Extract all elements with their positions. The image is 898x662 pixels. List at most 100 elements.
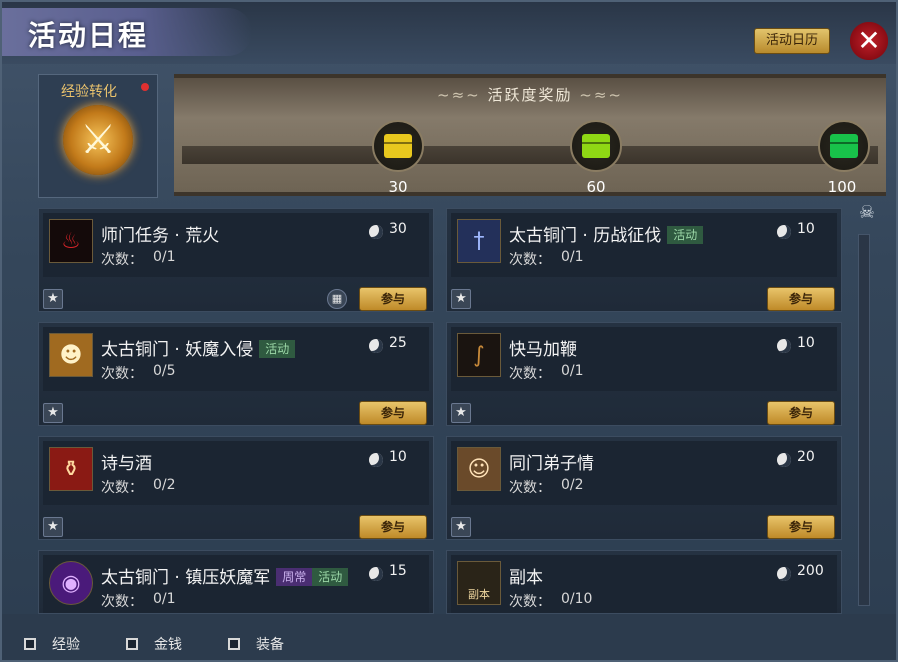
- card-header: ♨ 师门任务 · 荒火 次数： 0/1 30: [43, 213, 429, 277]
- points-icon: [369, 339, 383, 353]
- chest-icon: [582, 134, 610, 158]
- couple-icon: ☺: [457, 447, 501, 491]
- activity-reward-panel: ~≈~ 活跃度奖励 ~≈~ 30 60 100: [174, 74, 886, 196]
- favorite-star-icon[interactable]: ★: [43, 289, 63, 309]
- join-button[interactable]: 参与: [359, 401, 427, 425]
- count-value: 0/1: [561, 363, 584, 379]
- activity-card: 副本 副本 次数： 0/10 200: [446, 550, 842, 614]
- activity-points: 200: [797, 563, 824, 579]
- chest-icon: [384, 134, 412, 158]
- reward-chest-30[interactable]: [372, 120, 424, 172]
- join-button[interactable]: 参与: [767, 287, 835, 311]
- activity-card: ∫ 快马加鞭 次数： 0/1 10 ★ 参与: [446, 322, 842, 426]
- activity-name-text: 副本: [509, 568, 543, 588]
- favorite-star-icon[interactable]: ★: [43, 517, 63, 537]
- activity-points: 10: [797, 335, 815, 351]
- count-value: 0/5: [153, 363, 176, 379]
- activity-name: 副本: [509, 563, 543, 588]
- count-value: 0/1: [153, 249, 176, 265]
- activity-card: ☺ 同门弟子情 次数： 0/2 20 ★ 参与: [446, 436, 842, 540]
- points-icon: [777, 567, 791, 581]
- activity-name: 诗与酒: [101, 449, 152, 474]
- checkbox-icon[interactable]: [24, 638, 36, 650]
- card-header: ∫ 快马加鞭 次数： 0/1 10: [451, 327, 837, 391]
- activity-card: ♨ 师门任务 · 荒火 次数： 0/1 30 ★ ▦ 参与: [38, 208, 434, 312]
- filter-money[interactable]: 金钱: [126, 634, 182, 654]
- activity-name-text: 快马加鞭: [509, 340, 577, 360]
- event-tag: 活动: [259, 340, 296, 358]
- checkbox-icon[interactable]: [228, 638, 240, 650]
- title-bar: 活动日程 活动日历 ✕: [2, 2, 896, 64]
- skull-icon[interactable]: ☠: [854, 202, 880, 228]
- points-icon: [777, 453, 791, 467]
- notification-dot-icon: [141, 83, 149, 91]
- purple-orb-icon: ◉: [49, 561, 93, 605]
- count-label: 次数：: [509, 252, 551, 268]
- filter-equipment[interactable]: 装备: [228, 634, 284, 654]
- count-label: 次数：: [509, 594, 551, 610]
- activity-name-text: 太古铜门 · 历战征伐: [509, 226, 662, 246]
- join-button[interactable]: 参与: [767, 515, 835, 539]
- calendar-icon[interactable]: ▦: [327, 289, 347, 309]
- count-value: 0/2: [561, 477, 584, 493]
- reward-progress-track: [182, 146, 878, 164]
- activity-name: 太古铜门 · 镇压妖魔军 周常 活动: [101, 563, 349, 588]
- whip-icon: ∫: [457, 333, 501, 377]
- sword-icon: †: [457, 219, 501, 263]
- reward-title-text: 活跃度奖励: [487, 86, 573, 104]
- activity-list-scrollbar[interactable]: [858, 234, 870, 606]
- activity-window: 活动日程 活动日历 ✕ 经验转化 ⚔ ~≈~ 活跃度奖励 ~≈~ 30 60 1…: [0, 0, 898, 662]
- activity-card: ◉ 太古铜门 · 镇压妖魔军 周常 活动 次数： 0/1 15: [38, 550, 434, 614]
- activity-points: 20: [797, 449, 815, 465]
- card-header: ☺ 同门弟子情 次数： 0/2 20: [451, 441, 837, 505]
- count-value: 0/1: [153, 591, 176, 607]
- activity-name: 太古铜门 · 历战征伐 活动: [509, 221, 704, 246]
- points-icon: [369, 453, 383, 467]
- event-tag: 活动: [312, 568, 349, 586]
- wine-jar-icon: ⚱: [49, 447, 93, 491]
- left-flourish-icon: ~≈~: [437, 86, 488, 104]
- points-icon: [777, 339, 791, 353]
- activity-name: 同门弟子情: [509, 449, 594, 474]
- count-label: 次数：: [509, 480, 551, 496]
- filter-experience[interactable]: 经验: [24, 634, 80, 654]
- join-button[interactable]: 参与: [359, 287, 427, 311]
- activity-name: 太古铜门 · 妖魔入侵 活动: [101, 335, 296, 360]
- card-header: ⚱ 诗与酒 次数： 0/2 10: [43, 441, 429, 505]
- count-label: 次数：: [101, 252, 143, 268]
- activity-points: 30: [389, 221, 407, 237]
- count-label: 次数：: [101, 594, 143, 610]
- activity-name: 快马加鞭: [509, 335, 577, 360]
- activity-points: 10: [389, 449, 407, 465]
- reward-chest-100[interactable]: [818, 120, 870, 172]
- close-icon[interactable]: ✕: [850, 22, 888, 60]
- reward-chest-value: 30: [388, 178, 408, 196]
- activity-calendar-button[interactable]: 活动日历: [754, 28, 830, 54]
- reward-panel-title: ~≈~ 活跃度奖励 ~≈~: [174, 84, 886, 105]
- count-value: 0/1: [561, 249, 584, 265]
- join-button[interactable]: 参与: [359, 515, 427, 539]
- activity-name-text: 太古铜门 · 妖魔入侵: [101, 340, 254, 360]
- favorite-star-icon[interactable]: ★: [451, 403, 471, 423]
- activity-name-text: 同门弟子情: [509, 454, 594, 474]
- event-tag: 活动: [667, 226, 704, 244]
- checkbox-icon[interactable]: [126, 638, 138, 650]
- swords-emblem-icon[interactable]: ⚔: [63, 105, 133, 175]
- experience-conversion-panel: 经验转化 ⚔: [38, 74, 158, 198]
- count-label: 次数：: [509, 366, 551, 382]
- activity-name-text: 太古铜门 · 镇压妖魔军: [101, 568, 271, 588]
- demon-icon: ☻: [49, 333, 93, 377]
- activity-points: 15: [389, 563, 407, 579]
- experience-conversion-label: 经验转化: [61, 84, 117, 100]
- count-label: 次数：: [101, 480, 143, 496]
- favorite-star-icon[interactable]: ★: [451, 517, 471, 537]
- filter-label: 装备: [256, 637, 284, 653]
- reward-chest-value: 60: [586, 178, 606, 196]
- favorite-star-icon[interactable]: ★: [43, 403, 63, 423]
- join-button[interactable]: 参与: [767, 401, 835, 425]
- activity-points: 10: [797, 221, 815, 237]
- activity-card: ☻ 太古铜门 · 妖魔入侵 活动 次数： 0/5 25 ★ 参与: [38, 322, 434, 426]
- favorite-star-icon[interactable]: ★: [451, 289, 471, 309]
- reward-chest-60[interactable]: [570, 120, 622, 172]
- activity-name-text: 师门任务 · 荒火: [101, 226, 220, 246]
